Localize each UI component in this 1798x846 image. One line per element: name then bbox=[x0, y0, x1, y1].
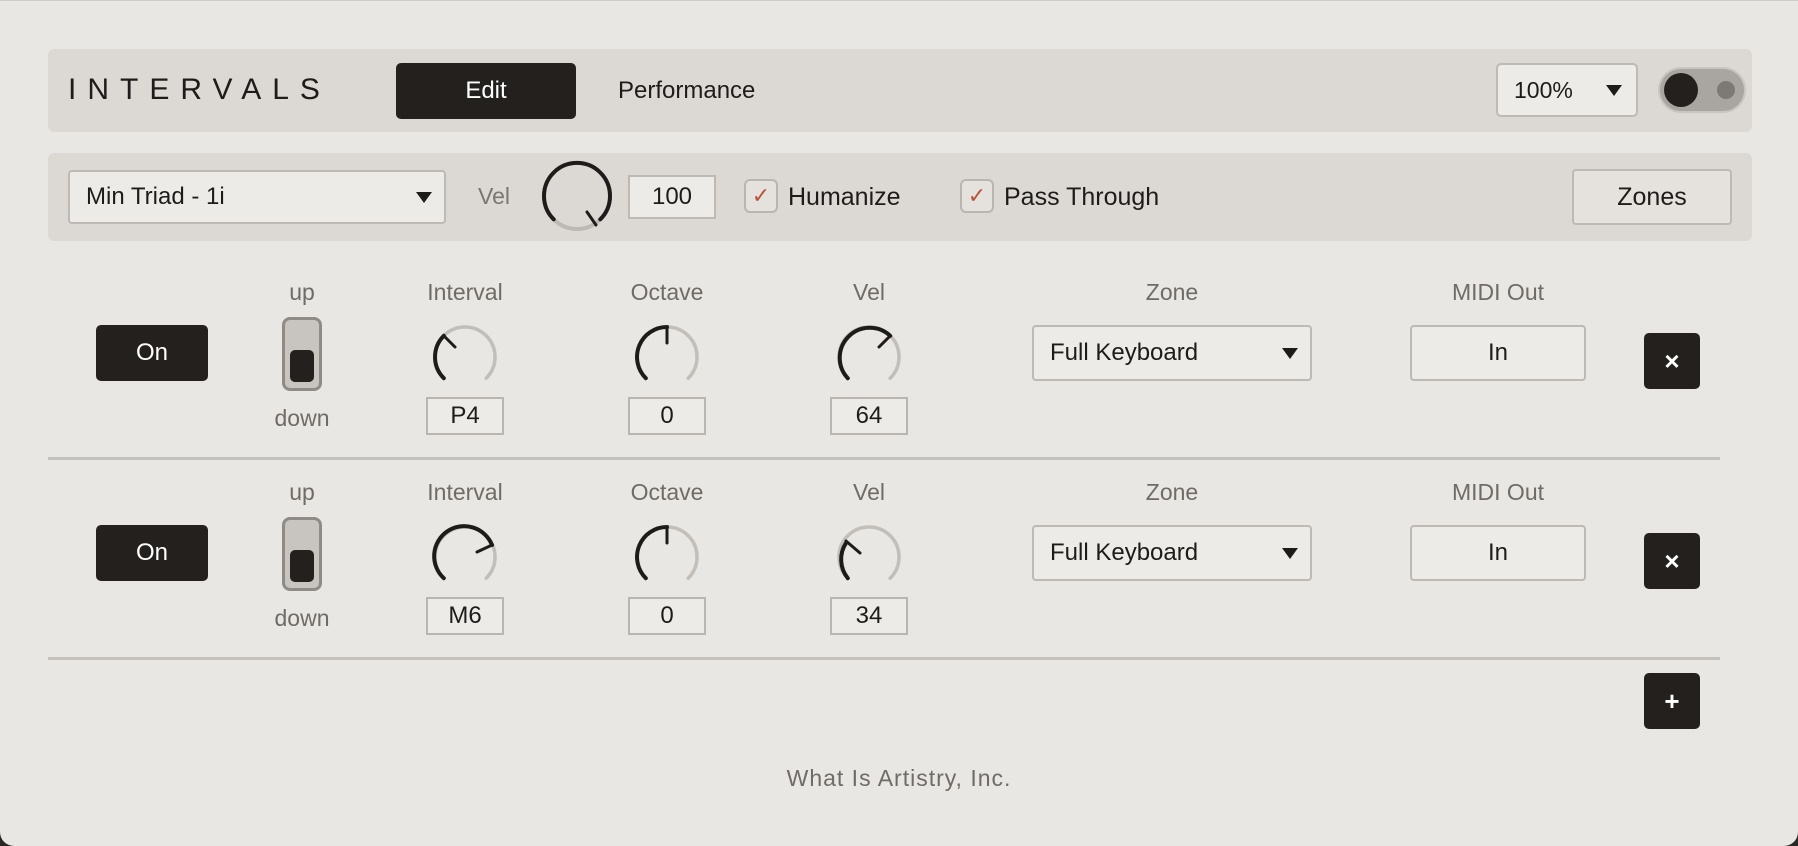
add-row-button[interactable]: + bbox=[1644, 673, 1700, 729]
zone-label: Zone bbox=[1145, 479, 1199, 505]
preset-select[interactable]: Min Triad - 1i bbox=[68, 170, 446, 224]
zoom-value: 100% bbox=[1514, 76, 1573, 103]
close-icon: × bbox=[1664, 545, 1680, 576]
header-bar: INTERVALS Edit Performance 100% bbox=[48, 49, 1752, 132]
global-vel-value[interactable]: 100 bbox=[628, 175, 716, 219]
zone-value: Full Keyboard bbox=[1050, 539, 1199, 566]
zones-button[interactable]: Zones bbox=[1572, 169, 1732, 225]
toggle-knob bbox=[1664, 73, 1698, 107]
plus-icon: + bbox=[1664, 685, 1680, 716]
tab-performance[interactable]: Performance bbox=[618, 63, 755, 119]
vel-knob[interactable] bbox=[833, 521, 905, 593]
pass-through-label: Pass Through bbox=[1004, 183, 1160, 211]
on-button[interactable]: On bbox=[96, 525, 208, 581]
octave-label: Octave bbox=[630, 479, 704, 505]
interval-row: up Interval Octave Vel Zone MIDI Out On … bbox=[0, 271, 1798, 471]
interval-knob[interactable] bbox=[429, 321, 501, 393]
interval-knob[interactable] bbox=[429, 521, 501, 593]
midi-out-button[interactable]: In bbox=[1410, 325, 1586, 381]
midi-out-label: MIDI Out bbox=[1451, 479, 1544, 505]
on-button[interactable]: On bbox=[96, 325, 208, 381]
zone-select[interactable]: Full Keyboard bbox=[1032, 325, 1312, 381]
vel-label: Vel bbox=[853, 279, 885, 305]
global-vel-knob[interactable] bbox=[538, 157, 616, 235]
vel-label: Vel bbox=[853, 479, 885, 505]
interval-label: Interval bbox=[427, 479, 503, 505]
octave-knob[interactable] bbox=[631, 521, 703, 593]
switch-thumb bbox=[290, 550, 314, 582]
down-label: down bbox=[274, 605, 330, 631]
zone-value: Full Keyboard bbox=[1050, 339, 1199, 366]
midi-out-button[interactable]: In bbox=[1410, 525, 1586, 581]
switch-thumb bbox=[290, 350, 314, 382]
row-divider bbox=[48, 457, 1720, 460]
direction-switch[interactable] bbox=[282, 317, 322, 391]
humanize-checkbox[interactable]: ✓ bbox=[744, 179, 778, 213]
zoom-select[interactable]: 100% bbox=[1496, 63, 1638, 117]
midi-out-label: MIDI Out bbox=[1451, 279, 1544, 305]
global-controls-bar: Min Triad - 1i Vel 100 ✓ Humanize ✓ Pass… bbox=[48, 153, 1752, 241]
zone-select[interactable]: Full Keyboard bbox=[1032, 525, 1312, 581]
vel-knob[interactable] bbox=[833, 321, 905, 393]
vel-value[interactable]: 64 bbox=[830, 397, 908, 435]
tab-edit[interactable]: Edit bbox=[396, 63, 576, 119]
vel-value[interactable]: 34 bbox=[830, 597, 908, 635]
humanize-label: Humanize bbox=[788, 183, 901, 211]
toggle-indicator bbox=[1717, 81, 1735, 99]
interval-value[interactable]: P4 bbox=[426, 397, 504, 435]
pass-through-checkbox[interactable]: ✓ bbox=[960, 179, 994, 213]
delete-row-button[interactable]: × bbox=[1644, 333, 1700, 389]
direction-switch[interactable] bbox=[282, 517, 322, 591]
plugin-window: INTERVALS Edit Performance 100% Min Tria… bbox=[0, 0, 1798, 846]
check-icon: ✓ bbox=[967, 183, 987, 208]
footer-credit: What Is Artistry, Inc. bbox=[786, 765, 1012, 791]
down-label: down bbox=[274, 405, 330, 431]
brand-title: INTERVALS bbox=[68, 73, 331, 106]
vel-label: Vel bbox=[478, 183, 510, 209]
interval-row: up Interval Octave Vel Zone MIDI Out On … bbox=[0, 471, 1798, 671]
close-icon: × bbox=[1664, 345, 1680, 376]
octave-value[interactable]: 0 bbox=[628, 397, 706, 435]
chevron-down-icon bbox=[1282, 548, 1298, 559]
interval-label: Interval bbox=[427, 279, 503, 305]
delete-row-button[interactable]: × bbox=[1644, 533, 1700, 589]
power-toggle[interactable] bbox=[1658, 67, 1746, 113]
interval-value[interactable]: M6 bbox=[426, 597, 504, 635]
octave-value[interactable]: 0 bbox=[628, 597, 706, 635]
octave-label: Octave bbox=[630, 279, 704, 305]
chevron-down-icon bbox=[416, 192, 432, 203]
row-divider bbox=[48, 657, 1720, 660]
zone-label: Zone bbox=[1145, 279, 1199, 305]
preset-value: Min Triad - 1i bbox=[86, 183, 225, 210]
octave-knob[interactable] bbox=[631, 321, 703, 393]
chevron-down-icon bbox=[1606, 85, 1622, 96]
chevron-down-icon bbox=[1282, 348, 1298, 359]
check-icon: ✓ bbox=[751, 183, 771, 208]
